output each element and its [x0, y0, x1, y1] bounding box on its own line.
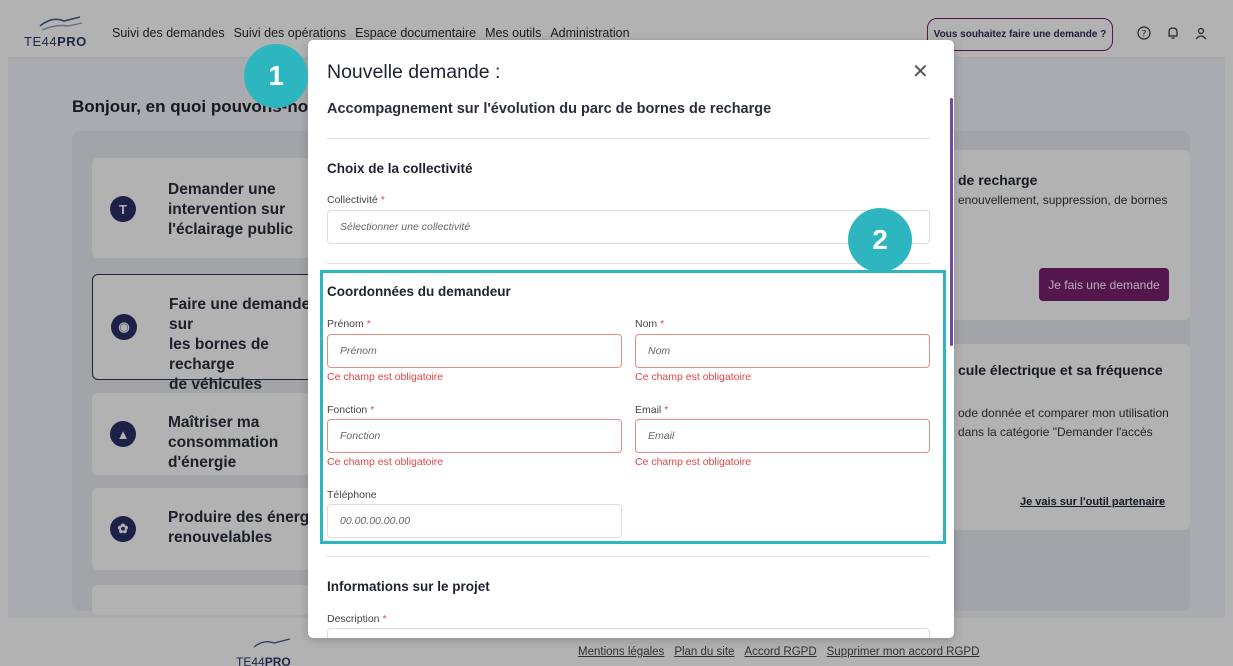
step-badge-1: 1	[244, 44, 308, 108]
section-title-collectivite: Choix de la collectivité	[327, 161, 473, 176]
email-field[interactable]	[635, 419, 930, 453]
prenom-label: Prénom *	[327, 318, 371, 330]
section-title-projet: Informations sur le projet	[327, 579, 490, 594]
nom-field[interactable]	[635, 334, 930, 368]
divider	[327, 263, 930, 264]
fonction-label: Fonction *	[327, 404, 375, 416]
step-badge-2: 2	[848, 208, 912, 272]
close-icon[interactable]: ✕	[912, 62, 929, 82]
modal-subtitle: Accompagnement sur l'évolution du parc d…	[327, 101, 772, 117]
fonction-error: Ce champ est obligatoire	[327, 456, 444, 468]
divider	[327, 138, 930, 139]
modal-title: Nouvelle demande :	[327, 61, 501, 83]
nom-error: Ce champ est obligatoire	[635, 371, 752, 383]
collectivite-label: Collectivité *	[327, 194, 385, 206]
description-label: Description *	[327, 613, 387, 625]
divider	[327, 556, 930, 557]
prenom-field[interactable]	[327, 334, 622, 368]
collectivite-select[interactable]	[327, 210, 930, 244]
nom-label: Nom *	[635, 318, 665, 330]
email-error: Ce champ est obligatoire	[635, 456, 752, 468]
telephone-field[interactable]	[327, 504, 622, 538]
fonction-field[interactable]	[327, 419, 622, 453]
description-field[interactable]	[327, 628, 930, 638]
telephone-label: Téléphone	[327, 489, 377, 501]
new-request-modal: Nouvelle demande : ✕ Accompagnement sur …	[308, 40, 954, 638]
section-title-demandeur: Coordonnées du demandeur	[327, 284, 511, 299]
prenom-error: Ce champ est obligatoire	[327, 371, 444, 383]
modal-scrollbar[interactable]	[950, 98, 953, 346]
email-label: Email *	[635, 404, 669, 416]
